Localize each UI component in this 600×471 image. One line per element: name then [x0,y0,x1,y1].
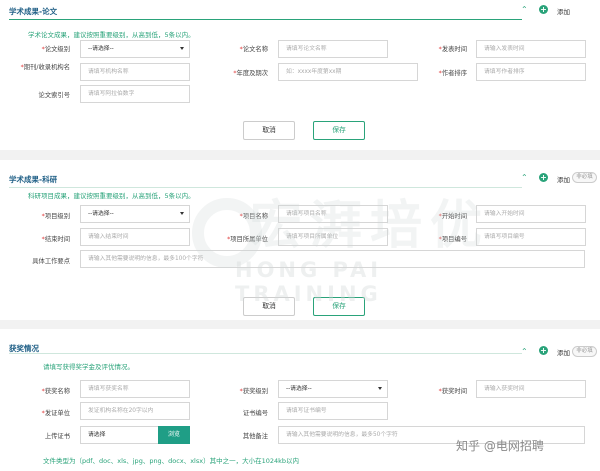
project-start-label: *开始时间 [438,213,467,220]
project-name-input[interactable]: 请填写项目名称 [278,205,388,223]
paper-year-label: *年度及期次 [233,70,268,77]
research-section: 学术成果-科研 ⌃ + 添加 非必填 科研项目成果，建议按照重要级别，从高到低，… [0,160,600,320]
project-start-input[interactable]: 请输入开始时间 [476,205,586,223]
research-header: 学术成果-科研 ⌃ + 添加 非必填 [0,168,600,190]
paper-pubtime-input[interactable]: 请输入发表时间 [476,40,586,58]
awards-hint: 请填写获得奖学金及评优情况。 [43,363,134,371]
paper-journal-label: *期刊/收录机构名 [20,64,70,71]
research-title: 学术成果-科研 [9,175,58,184]
papers-title: 学术成果-论文 [9,7,58,16]
award-issuer-input[interactable]: 发证机构名称在20字以内 [80,402,190,420]
paper-journal-input[interactable]: 请填写机构名称 [80,63,190,81]
zhihu-watermark: 知乎 @电网招聘 [456,439,544,453]
papers-section: 学术成果-论文 ⌃ + 添加 学术论文成果，建议按照重要级别，从高到低，5条以内… [0,0,600,150]
file-type-note: 文件类型为（pdf、doc、xls、jpg、png、docx、xlsx）其中之一… [43,457,300,465]
project-unit-label: *项目所属单位 [227,236,268,243]
project-unit-input[interactable]: 请填写项目所属单位 [278,228,388,246]
award-upload-label: 上传证书 [44,433,70,440]
research-hint: 科研项目成果，建议按照重要级别，从高到低，5条以内。 [28,192,195,200]
project-detail-label: 具体工作要点 [32,258,70,265]
awards-add-button[interactable]: 添加 [557,347,570,357]
research-save-button[interactable]: 保存 [313,297,365,316]
collapse-caret-icon[interactable]: ⌃ [521,174,529,182]
add-icon[interactable]: + [539,5,548,14]
award-level-label: *获奖级别 [239,388,268,395]
project-code-label: *项目编号 [438,236,467,243]
award-name-label: *获奖名称 [41,388,70,395]
papers-header: 学术成果-论文 ⌃ + 添加 [0,0,600,22]
project-end-input[interactable]: 请输入结束时间 [80,228,190,246]
paper-cite-input[interactable]: 请填写阿拉伯数字 [80,85,190,103]
award-cert-label: 证书编号 [242,410,268,417]
papers-save-button[interactable]: 保存 [313,121,365,140]
collapse-caret-icon[interactable]: ⌃ [521,6,529,14]
research-divider [9,187,522,188]
research-cancel-button[interactable]: 取消 [243,297,295,316]
paper-level-select[interactable]: --请选择-- [80,40,190,58]
research-add-button[interactable]: 添加 [557,174,570,184]
award-level-select[interactable]: --请选择-- [278,380,388,398]
project-name-label: *项目名称 [239,213,268,220]
section-gap [0,320,600,329]
optional-badge: 非必填 [572,346,597,357]
project-end-label: *结束时间 [41,236,70,243]
browse-button[interactable]: 浏览 [158,426,190,444]
project-level-select[interactable]: --请选择-- [80,205,190,223]
award-issuer-label: *发证单位 [41,410,70,417]
papers-divider [9,19,522,20]
award-cert-input[interactable]: 请填写证书编号 [278,402,388,420]
award-time-input[interactable]: 请输入获奖时间 [476,380,586,398]
award-note-label: 其他备注 [242,433,268,440]
add-icon[interactable]: + [539,346,548,355]
project-code-input[interactable]: 请填写项目编号 [476,228,586,246]
paper-cite-label: 论文索引号 [38,92,70,99]
section-gap [0,150,600,160]
paper-author-label: *作者排序 [438,70,467,77]
optional-badge: 非必填 [572,172,597,183]
awards-divider [9,353,522,354]
collapse-caret-icon[interactable]: ⌃ [521,348,529,356]
papers-add-button[interactable]: 添加 [557,6,570,16]
award-time-label: *获奖时间 [438,388,467,395]
project-detail-input[interactable]: 请输入其他需要说明的信息，最多100个字符 [80,250,585,268]
award-upload-input[interactable]: 请选择 [80,426,160,444]
paper-level-label: *论文级别 [41,46,70,53]
award-name-input[interactable]: 请填写获奖名称 [80,380,190,398]
paper-name-input[interactable]: 请填写论文名称 [278,40,388,58]
paper-pubtime-label: *发表时间 [438,46,467,53]
paper-year-input[interactable]: 如：xxxx年度第xx期 [278,63,418,81]
papers-cancel-button[interactable]: 取消 [243,121,295,140]
awards-header: 获奖情况 ⌃ + 添加 非必填 [0,341,600,363]
project-level-label: *项目级别 [41,213,70,220]
papers-hint: 学术论文成果，建议按照重要级别，从高到低，5条以内。 [28,31,195,39]
add-icon[interactable]: + [539,173,548,182]
paper-name-label: *论文名称 [239,46,268,53]
paper-author-input[interactable]: 请填写作者排序 [476,63,586,81]
